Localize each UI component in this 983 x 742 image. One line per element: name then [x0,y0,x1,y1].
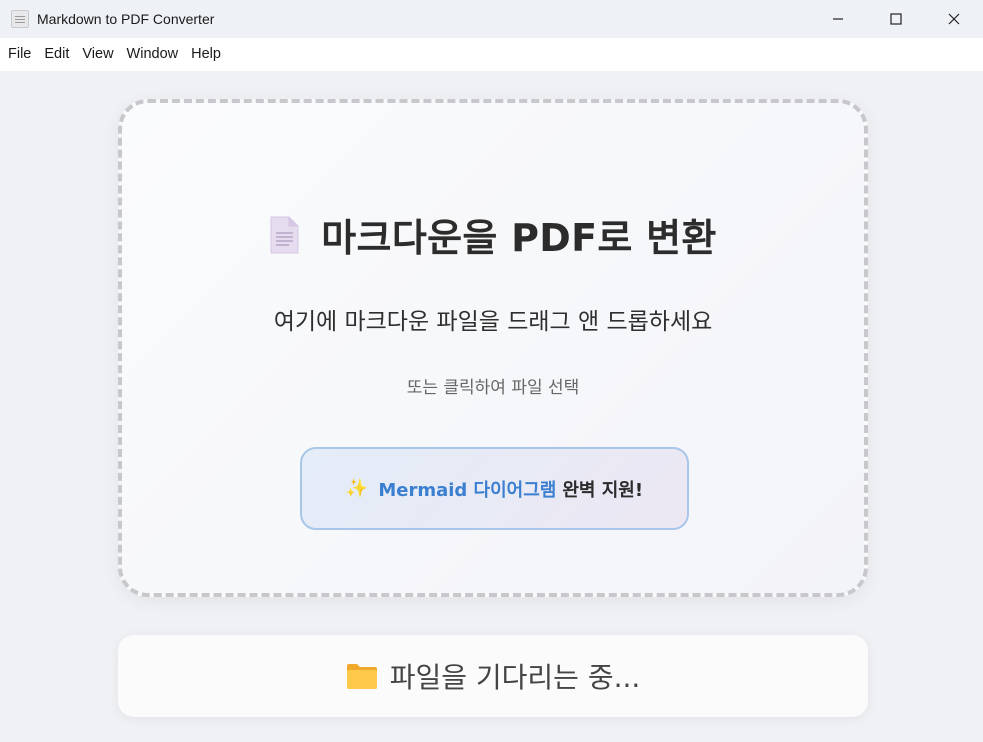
dropzone-title: 마크다운을 PDF로 변환 [321,216,717,260]
menu-bar: File Edit View Window Help [0,38,983,71]
menu-edit[interactable]: Edit [39,38,74,71]
window-controls [809,0,983,38]
title-bar: Markdown to PDF Converter [0,0,983,38]
folder-icon [346,662,378,690]
window-title: Markdown to PDF Converter [37,11,215,27]
dropzone-subtitle: 여기에 마크다운 파일을 드래그 앤 드롭하세요 [273,309,713,335]
file-drop-zone[interactable]: 마크다운을 PDF로 변환 여기에 마크다운 파일을 드래그 앤 드롭하세요 또… [118,99,868,597]
dropzone-hint: 또는 클릭하여 파일 선택 [406,378,580,398]
close-icon [948,13,960,25]
close-button[interactable] [925,0,983,38]
mermaid-support-badge: ✨ Mermaid 다이어그램 완벽 지원! [300,447,689,530]
status-panel: 파일을 기다리는 중... [118,635,868,717]
main-content: 마크다운을 PDF로 변환 여기에 마크다운 파일을 드래그 앤 드롭하세요 또… [0,71,983,742]
menu-file[interactable]: File [3,38,36,71]
menu-view[interactable]: View [77,38,118,71]
badge-accent-text: Mermaid 다이어그램 [378,479,557,501]
minimize-icon [833,18,843,20]
minimize-button[interactable] [809,0,867,38]
menu-window[interactable]: Window [122,38,184,71]
sparkles-icon: ✨ [345,478,369,499]
maximize-button[interactable] [867,0,925,38]
app-icon [11,10,29,28]
badge-text: 완벽 지원! [562,479,644,501]
dropzone-heading: 마크다운을 PDF로 변환 [122,207,864,262]
maximize-icon [890,13,902,25]
menu-help[interactable]: Help [186,38,226,71]
document-icon [269,216,299,254]
status-text: 파일을 기다리는 중... [389,661,641,694]
